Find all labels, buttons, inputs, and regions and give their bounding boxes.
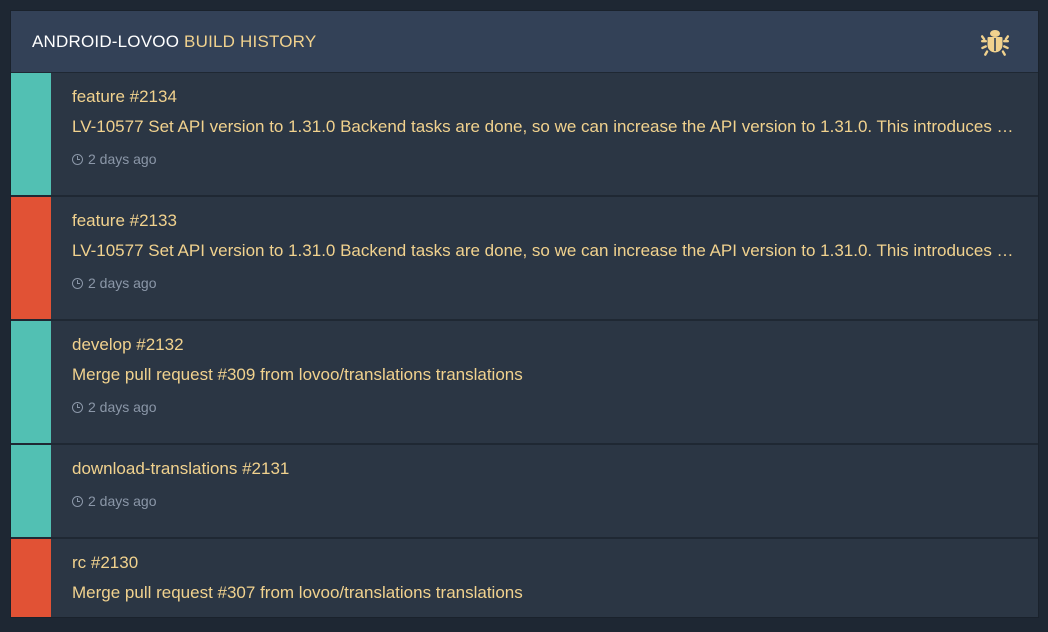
build-body: feature #2134 LV-10577 Set API version t…	[51, 73, 1038, 195]
build-message: Merge pull request #307 from lovoo/trans…	[72, 583, 523, 602]
build-item[interactable]: feature #2133 LV-10577 Set API version t…	[11, 197, 1038, 321]
build-item[interactable]: feature #2134 LV-10577 Set API version t…	[11, 73, 1038, 197]
build-time-text: 2 days ago	[88, 493, 157, 509]
build-item[interactable]: develop #2132 Merge pull request #309 fr…	[11, 321, 1038, 445]
build-name: feature #2134	[72, 87, 177, 106]
panel-header: ANDROID-LOVOO BUILD HISTORY	[11, 11, 1038, 73]
build-time-text: 2 days ago	[88, 275, 157, 291]
status-bar-failed	[11, 197, 51, 319]
status-bar-passed	[11, 73, 51, 195]
status-bar-passed	[11, 321, 51, 443]
build-time: 2 days ago	[72, 151, 1038, 167]
build-name: rc #2130	[72, 553, 139, 572]
panel-title-text: BUILD HISTORY	[179, 31, 317, 51]
build-message: LV-10577 Set API version to 1.31.0 Backe…	[72, 117, 1038, 136]
bug-icon	[980, 30, 1010, 56]
build-list: feature #2134 LV-10577 Set API version t…	[11, 73, 1038, 617]
build-item[interactable]: rc #2130 Merge pull request #307 from lo…	[11, 539, 1038, 617]
build-body: feature #2133 LV-10577 Set API version t…	[51, 197, 1038, 319]
build-history-panel: ANDROID-LOVOO BUILD HISTORY feature #213	[11, 11, 1038, 617]
status-bar-passed	[11, 445, 51, 537]
build-message: Merge pull request #309 from lovoo/trans…	[72, 365, 523, 384]
build-time: 2 days ago	[72, 275, 1038, 291]
panel-title: ANDROID-LOVOO BUILD HISTORY	[32, 32, 316, 52]
build-name: develop #2132	[72, 335, 184, 354]
clock-icon	[72, 401, 83, 413]
build-time-text: 2 days ago	[88, 151, 157, 167]
build-time-text: 2 days ago	[88, 399, 157, 415]
build-body: develop #2132 Merge pull request #309 fr…	[51, 321, 1038, 443]
build-body: download-translations #2131 2 days ago	[51, 445, 1038, 537]
repo-name: ANDROID-LOVOO	[32, 31, 180, 51]
build-time: 2 days ago	[72, 493, 1038, 509]
build-time: 2 days ago	[72, 399, 1038, 415]
status-bar-failed	[11, 539, 51, 617]
clock-icon	[72, 277, 83, 289]
build-item[interactable]: download-translations #2131 2 days ago	[11, 445, 1038, 539]
clock-icon	[72, 495, 83, 507]
clock-icon	[72, 153, 83, 165]
build-message: LV-10577 Set API version to 1.31.0 Backe…	[72, 241, 1038, 260]
build-body: rc #2130 Merge pull request #307 from lo…	[51, 539, 1038, 617]
build-name: feature #2133	[72, 211, 177, 230]
build-name: download-translations #2131	[72, 459, 290, 478]
